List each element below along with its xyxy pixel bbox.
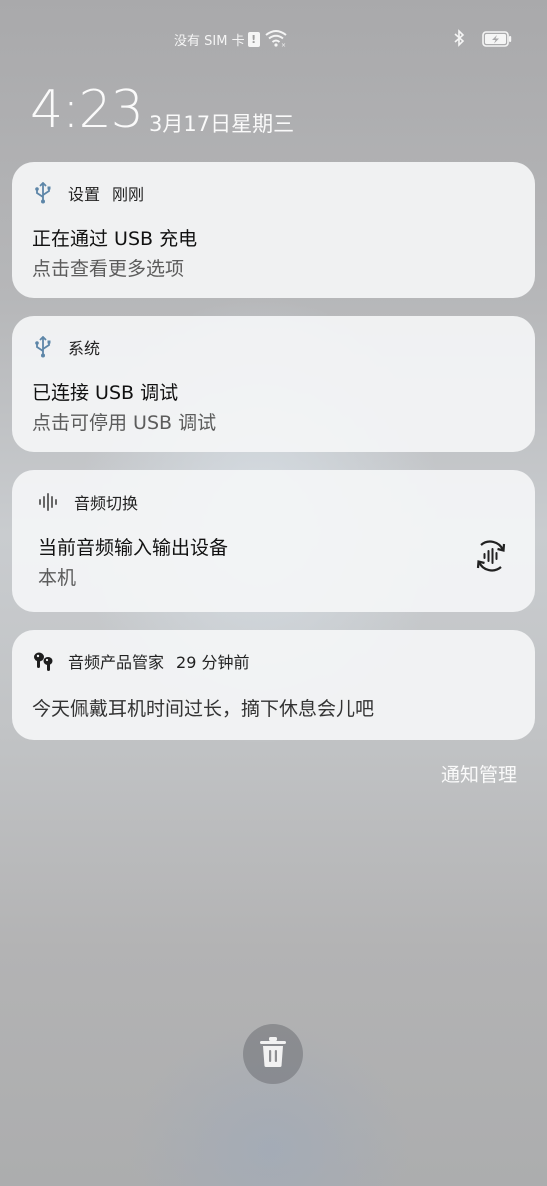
- carrier-label: 没有 SIM 卡: [174, 34, 245, 49]
- notification-subtitle: 本机: [38, 567, 77, 589]
- bluetooth-icon: [453, 29, 465, 51]
- audio-switch-icon[interactable]: [473, 538, 509, 578]
- usb-icon: [32, 182, 54, 204]
- lock-clock: 4:23: [30, 80, 144, 140]
- notification-title: 当前音频输入输出设备: [38, 537, 229, 559]
- notification-title: 正在通过 USB 充电: [32, 228, 198, 250]
- earbuds-icon: [32, 650, 54, 672]
- notification-earbuds-reminder[interactable]: 音频产品管家 29 分钟前 今天佩戴耳机时间过长，摘下休息会儿吧: [12, 630, 535, 740]
- usb-icon: [32, 336, 54, 358]
- notification-subtitle: 点击查看更多选项: [32, 258, 185, 280]
- notification-app-name: 设置: [68, 185, 101, 204]
- notification-app-name: 系统: [68, 339, 101, 358]
- notification-header: 系统: [32, 335, 100, 359]
- carrier-status: 没有 SIM 卡 !: [174, 30, 260, 49]
- notification-message: 今天佩戴耳机时间过长，摘下休息会儿吧: [32, 698, 375, 720]
- notification-header: 音频产品管家 29 分钟前: [32, 649, 249, 673]
- notification-time: 刚刚: [112, 185, 145, 204]
- trash-icon: [258, 1036, 288, 1072]
- notification-audio-switch[interactable]: 音频切换 当前音频输入输出设备 本机: [12, 470, 535, 612]
- notification-usb-debugging[interactable]: 系统 已连接 USB 调试 点击可停用 USB 调试: [12, 316, 535, 452]
- sim-alert-icon: !: [247, 32, 260, 47]
- notification-manage-link[interactable]: 通知管理: [441, 760, 517, 787]
- notification-header: 音频切换: [38, 490, 138, 514]
- clear-notifications-button[interactable]: [243, 1024, 303, 1084]
- notification-app-name: 音频切换: [74, 494, 139, 513]
- wifi-icon: ×: [265, 29, 287, 51]
- svg-text:×: ×: [281, 42, 286, 47]
- notification-title: 已连接 USB 调试: [32, 382, 179, 404]
- notification-app-name: 音频产品管家: [68, 653, 165, 672]
- notification-header: 设置 刚刚: [32, 181, 144, 205]
- audio-wave-icon: [38, 491, 60, 513]
- lock-date: 3月17日星期三: [149, 112, 295, 136]
- notification-time: 29 分钟前: [176, 653, 250, 672]
- notification-subtitle: 点击可停用 USB 调试: [32, 412, 217, 434]
- battery-charging-icon: [482, 31, 512, 51]
- status-bar: 没有 SIM 卡 ! ×: [0, 26, 547, 54]
- notification-usb-charging[interactable]: 设置 刚刚 正在通过 USB 充电 点击查看更多选项: [12, 162, 535, 298]
